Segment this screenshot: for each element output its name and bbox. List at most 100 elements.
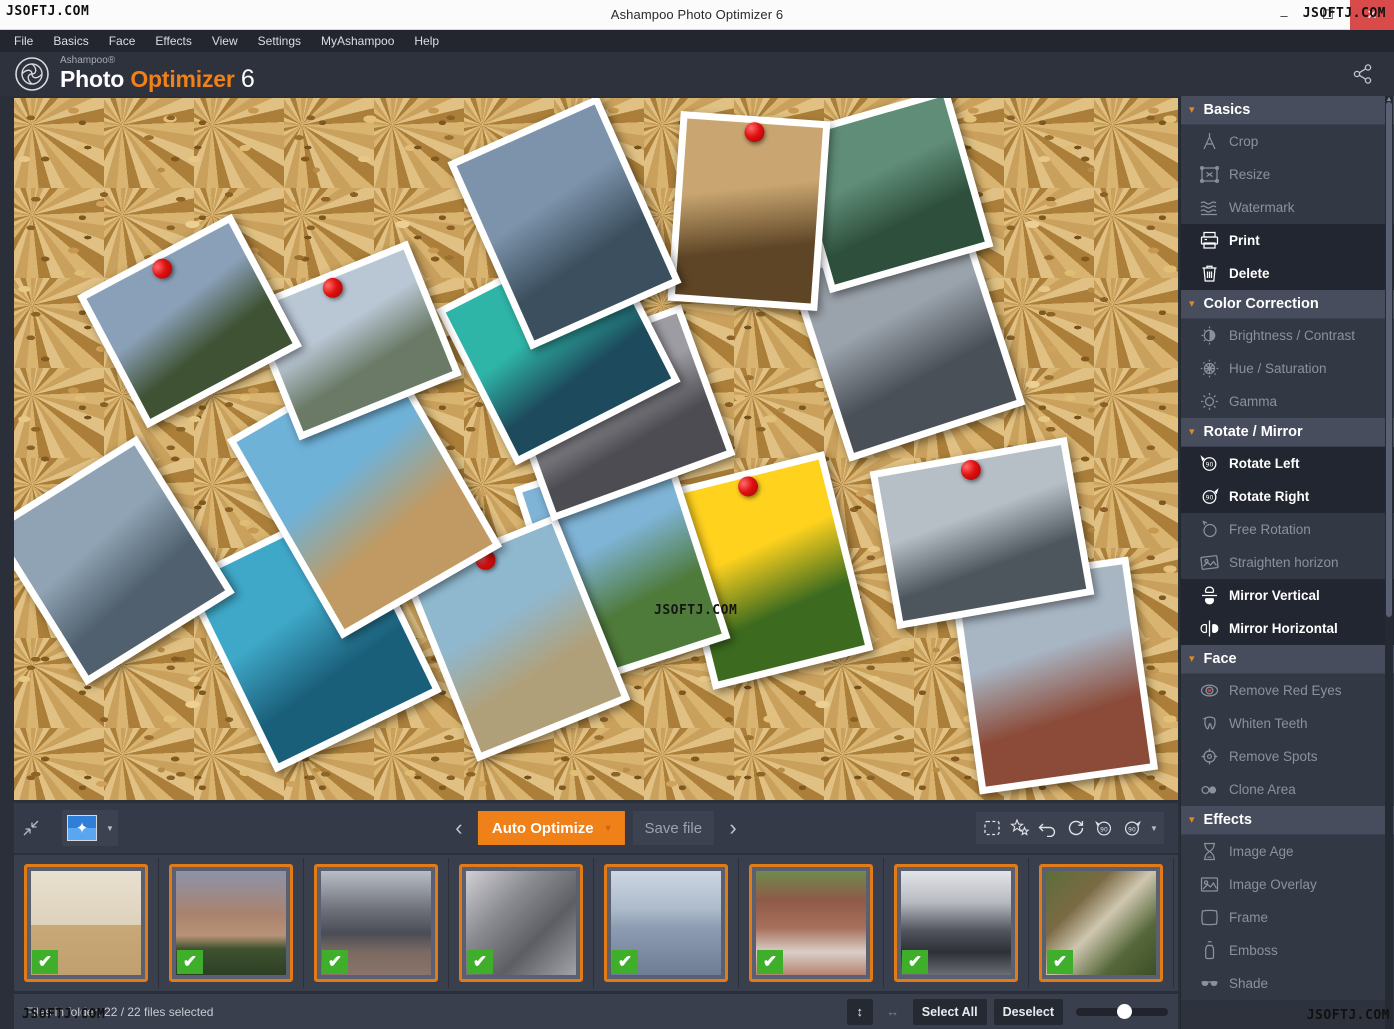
thumbnail-iron-bridge[interactable]: ✔ [314, 864, 438, 982]
auto-enhance-stars-icon[interactable] [1006, 812, 1034, 844]
thumbnail-check-badge[interactable]: ✔ [757, 950, 783, 974]
selection-marquee-icon[interactable] [978, 812, 1006, 844]
thumbnail-frankfurt-skyline-bw[interactable]: ✔ [894, 864, 1018, 982]
sidebar-item-straighten-horizon[interactable]: Straighten horizon [1181, 546, 1394, 579]
magic-star-icon[interactable]: ✦ [67, 815, 97, 841]
tools-sidebar[interactable]: ▾ Basics CropResizeWatermarkPrintDelete▾Co… [1180, 96, 1394, 1029]
thumbnail-cell[interactable]: ✔ [1029, 858, 1174, 988]
slider-thumb[interactable] [1117, 1004, 1132, 1019]
thumbnail-check-badge[interactable]: ✔ [902, 950, 928, 974]
sidebar-item-frame[interactable]: Frame [1181, 901, 1394, 934]
menu-help[interactable]: Help [414, 34, 439, 48]
thumbnail-cell[interactable]: ✔ [159, 858, 304, 988]
sidebar-section-header-effects[interactable]: ▾Effects [1181, 806, 1394, 835]
sidebar-item-print[interactable]: Print [1181, 224, 1394, 257]
auto-optimize-button[interactable]: Auto Optimize ▼ [478, 811, 625, 845]
thumbnail-filmstrip[interactable]: ✔ ✔ ✔ ✔ ✔ ✔ ✔ ✔ [14, 855, 1178, 991]
sidebar-item-remove-red-eyes[interactable]: Remove Red Eyes [1181, 674, 1394, 707]
thumbnail-cell[interactable]: ✔ [304, 858, 449, 988]
sidebar-item-mirror-horizontal[interactable]: Mirror Horizontal [1181, 612, 1394, 645]
share-icon[interactable] [1352, 63, 1374, 85]
thumbnail-check-badge[interactable]: ✔ [177, 950, 203, 974]
sort-horizontal-icon[interactable]: ↔ [880, 999, 906, 1025]
thumbnail-cell[interactable]: ✔ [14, 858, 159, 988]
thumbnail-beach-chairs[interactable]: ✔ [24, 864, 148, 982]
menu-settings[interactable]: Settings [258, 34, 301, 48]
sidebar-item-free-rotation[interactable]: Free Rotation [1181, 513, 1394, 546]
sidebar-item-shade[interactable]: Shade [1181, 967, 1394, 1000]
sidebar-item-whiten-teeth[interactable]: Whiten Teeth [1181, 707, 1394, 740]
photo-church-spire[interactable] [77, 214, 302, 429]
chevron-down-icon[interactable]: ▾ [1189, 299, 1195, 310]
thumbnail-check-badge[interactable]: ✔ [467, 950, 493, 974]
save-file-button[interactable]: Save file [633, 811, 715, 845]
thumbnail-check-badge[interactable]: ✔ [612, 950, 638, 974]
sidebar-item-mirror-vertical[interactable]: Mirror Vertical [1181, 579, 1394, 612]
sunglasses-icon [1199, 973, 1220, 994]
collapse-arrows-icon[interactable] [14, 811, 48, 845]
thumbnail-check-badge[interactable]: ✔ [1047, 950, 1073, 974]
thumbnail-cell[interactable]: ✔ [594, 858, 739, 988]
sidebar-item-hue-saturation[interactable]: Hue / Saturation [1181, 352, 1394, 385]
menu-face[interactable]: Face [109, 34, 136, 48]
thumbnail-cell[interactable]: ✔ [449, 858, 594, 988]
sidebar-item-watermark[interactable]: Watermark [1181, 191, 1394, 224]
rotate-left-90-icon[interactable]: 90 [1090, 812, 1118, 844]
thumbnail-birdhouse-tree[interactable]: ✔ [1039, 864, 1163, 982]
previous-image-button[interactable]: ‹ [448, 815, 470, 841]
photo-frozen-shore[interactable] [870, 437, 1095, 629]
sidebar-scrollbar[interactable]: ▲ [1385, 96, 1393, 1029]
sidebar-section-header-color-correction[interactable]: ▾Color Correction [1181, 290, 1394, 319]
sidebar-section-header-rotate-mirror[interactable]: ▾Rotate / Mirror [1181, 418, 1394, 447]
deselect-button[interactable]: Deselect [994, 999, 1063, 1025]
sidebar-item-clone-area[interactable]: Clone Area [1181, 773, 1394, 806]
chevron-down-icon[interactable]: ▾ [1189, 654, 1195, 665]
photo-collage-canvas[interactable]: JSOFTJ.COM [14, 98, 1178, 800]
select-all-button[interactable]: Select All [913, 999, 987, 1025]
scrollbar-thumb[interactable] [1386, 102, 1392, 617]
sidebar-item-rotate-left[interactable]: 90Rotate Left [1181, 447, 1394, 480]
sidebar-section-header-face[interactable]: ▾Face [1181, 645, 1394, 674]
sidebar-item-brightness-contrast[interactable]: Brightness / Contrast [1181, 319, 1394, 352]
magic-caret-icon[interactable]: ▼ [102, 810, 118, 846]
thumbnail-red-stone-fountain[interactable]: ✔ [749, 864, 873, 982]
sidebar-item-remove-spots[interactable]: Remove Spots [1181, 740, 1394, 773]
thumbnail-zoom-slider[interactable] [1076, 999, 1168, 1025]
menu-file[interactable]: File [14, 34, 33, 48]
sidebar-item-crop[interactable]: Crop [1181, 125, 1394, 158]
sidebar-item-resize[interactable]: Resize [1181, 158, 1394, 191]
edit-tools-caret-icon[interactable]: ▼ [1146, 810, 1162, 846]
chevron-down-icon[interactable]: ▾ [1189, 427, 1195, 438]
sidebar-item-gamma[interactable]: Gamma [1181, 385, 1394, 418]
sidebar-item-image-overlay[interactable]: Image Overlay [1181, 868, 1394, 901]
thumbnail-cell[interactable]: ✔ [739, 858, 884, 988]
auto-optimize-caret-icon[interactable]: ▼ [604, 823, 613, 833]
photo-ferris-wheel[interactable] [14, 436, 235, 686]
menu-basics[interactable]: Basics [53, 34, 88, 48]
magic-enhance-group[interactable]: ✦ ▼ [62, 810, 118, 846]
sort-vertical-icon[interactable]: ↕ [847, 999, 873, 1025]
thumbnail-cell[interactable]: ✔ [884, 858, 1029, 988]
menu-effects[interactable]: Effects [155, 34, 191, 48]
rotate-right-90-icon[interactable]: 90 [1118, 812, 1146, 844]
minimize-button[interactable]: – [1262, 0, 1306, 30]
thumbnail-check-badge[interactable]: ✔ [32, 950, 58, 974]
photo-palace-interior[interactable] [668, 111, 831, 311]
sidebar-item-image-age[interactable]: Image Age [1181, 835, 1394, 868]
thumbnail-berlin-cathedral[interactable]: ✔ [169, 864, 293, 982]
sidebar-section-header-basics[interactable]: ▾ Basics [1181, 96, 1394, 125]
sidebar-item-rotate-right[interactable]: 90Rotate Right [1181, 480, 1394, 513]
menu-myashampoo[interactable]: MyAshampoo [321, 34, 394, 48]
thumbnail-lake-pier[interactable]: ✔ [604, 864, 728, 982]
thumbnail-industrial-gears[interactable]: ✔ [459, 864, 583, 982]
section-label: Basics [1204, 102, 1251, 118]
chevron-down-icon[interactable]: ▾ [1189, 815, 1195, 826]
next-image-button[interactable]: › [722, 815, 744, 841]
sidebar-item-emboss[interactable]: Emboss [1181, 934, 1394, 967]
reset-icon[interactable] [1062, 812, 1090, 844]
sidebar-item-delete[interactable]: Delete [1181, 257, 1394, 290]
menu-view[interactable]: View [212, 34, 238, 48]
thumbnail-check-badge[interactable]: ✔ [322, 950, 348, 974]
undo-icon[interactable] [1034, 812, 1062, 844]
chevron-down-icon[interactable]: ▾ [1189, 105, 1195, 116]
